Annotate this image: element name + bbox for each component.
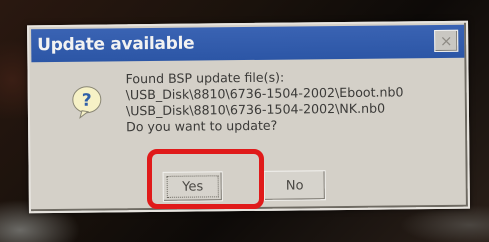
red-highlight-box: [147, 149, 264, 209]
message-line: Do you want to update?: [126, 117, 278, 135]
dialog-titlebar: Update available ×: [31, 24, 465, 63]
dialog-title: Update available: [37, 33, 195, 56]
no-button[interactable]: No: [263, 170, 326, 201]
close-icon: ×: [439, 31, 453, 50]
dialog-message: Found BSP update file(s): \USB_Disk\8810…: [126, 68, 404, 135]
svg-text:?: ?: [82, 91, 92, 111]
message-line: \USB_Disk\8810\6736-1504-2002\NK.nb0: [125, 100, 386, 119]
close-button[interactable]: ×: [434, 29, 459, 53]
question-icon: ?: [72, 86, 102, 119]
